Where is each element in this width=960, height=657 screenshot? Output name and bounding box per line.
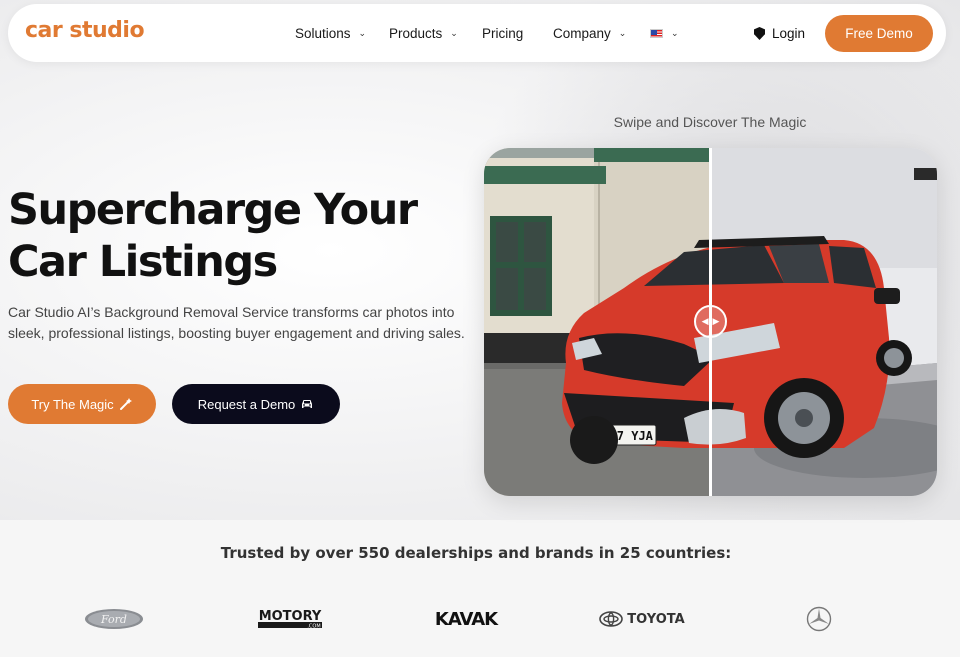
request-demo-label: Request a Demo [197,396,296,412]
brand-logo-kavak: KAVAK [434,608,498,630]
language-selector[interactable]: ⌄ [650,28,679,39]
brand-logo-ford: Ford [82,604,146,634]
nav-solutions-label: Solutions [295,26,351,41]
hero-title: Supercharge Your Car Listings [8,185,418,287]
magic-wand-icon [119,398,132,410]
chevron-down-icon: ⌄ [358,28,367,38]
nav-products-label: Products [389,26,443,41]
chevron-down-icon: ⌄ [671,28,679,38]
nav-products[interactable]: Products ⌄ [389,26,458,41]
request-demo-button[interactable]: Request a Demo [172,384,340,424]
chevron-left-icon: ◀ [701,316,709,326]
nav-pricing-label: Pricing [482,26,524,41]
nav-solutions[interactable]: Solutions ⌄ [295,26,366,41]
chevron-down-icon: ⌄ [618,28,627,38]
login-link[interactable]: Login [754,26,805,41]
try-magic-label: Try The Magic [31,396,114,412]
slider-handle[interactable]: ◀ ▶ [694,305,727,338]
brand-logo-motory: MOTORY .COM [256,604,324,634]
nav-company[interactable]: Company ⌄ [553,26,626,41]
chevron-right-icon: ▶ [712,316,720,326]
free-demo-button[interactable]: Free Demo [825,15,933,52]
shield-icon [754,27,765,40]
logo[interactable]: car studio [25,18,145,43]
svg-text:MOTORY: MOTORY [259,609,322,624]
nav-company-label: Company [553,26,611,41]
nav-pricing[interactable]: Pricing [482,26,523,41]
brand-logo-mercedes [804,604,834,634]
hero-subtitle: Car Studio AI’s Background Removal Servi… [8,304,465,341]
trusted-section-bg [0,520,960,657]
trusted-heading: Trusted by over 550 dealerships and bran… [220,544,732,562]
us-flag-icon [650,29,663,38]
try-magic-button[interactable]: Try The Magic [8,384,156,424]
svg-text:Ford: Ford [100,613,127,626]
car-icon [302,400,313,408]
brand-logo-toyota: TOYOTA [598,604,686,634]
toyota-emblem-icon [599,611,624,627]
swipe-label: Swipe and Discover The Magic [613,114,807,130]
svg-text:.COM: .COM [307,624,320,630]
login-label: Login [772,26,806,41]
chevron-down-icon: ⌄ [450,28,458,38]
top-navbar: car studio Solutions ⌄ Products ⌄ Pricin… [8,4,946,62]
